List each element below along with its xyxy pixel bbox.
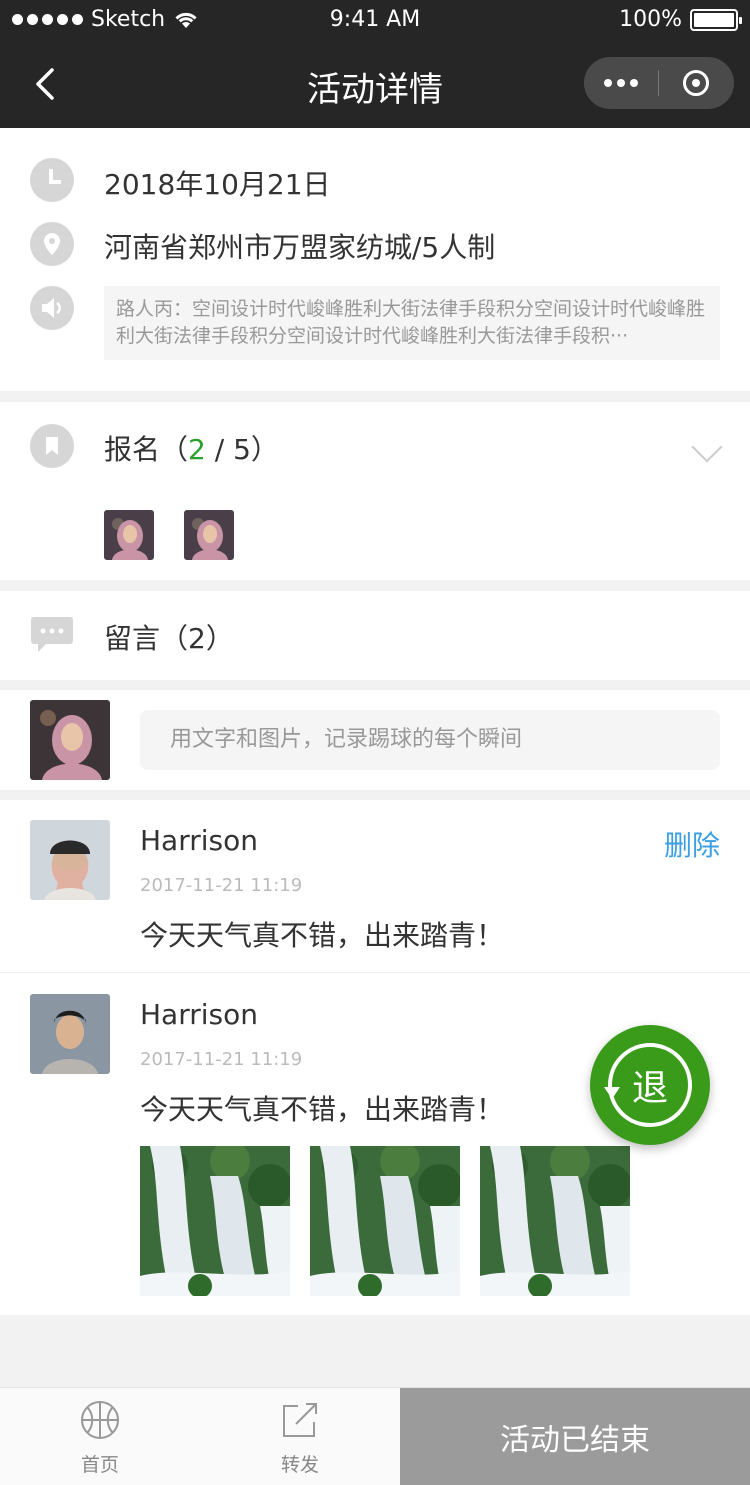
signup-count: 2 bbox=[188, 433, 206, 466]
signup-close: ） bbox=[250, 433, 279, 466]
activity-ended-button[interactable]: 活动已结束 bbox=[400, 1388, 750, 1485]
comment-input[interactable]: 用文字和图片，记录踢球的每个瞬间 bbox=[140, 710, 720, 770]
comment-time: 2017-11-21 11:19 bbox=[140, 875, 303, 896]
comment-time: 2017-11-21 11:19 bbox=[140, 1049, 303, 1070]
exit-label: 退 bbox=[631, 1068, 668, 1109]
tab-home-label: 首页 bbox=[80, 1454, 119, 1476]
navigation-bar: 活动详情 bbox=[0, 40, 750, 128]
delete-button[interactable]: 删除 bbox=[664, 824, 720, 864]
close-target-icon[interactable] bbox=[659, 57, 733, 109]
status-right: 100% bbox=[619, 7, 742, 32]
status-bar: Sketch 9:41 AM 100% bbox=[0, 0, 750, 40]
comment-divider bbox=[0, 972, 750, 973]
bottom-tab-bar: 首页 转发 活动已结束 bbox=[0, 1387, 750, 1485]
activity-date: 2018年10月21日 bbox=[104, 168, 331, 201]
comment-photo[interactable] bbox=[140, 1146, 290, 1296]
share-icon bbox=[283, 1403, 317, 1437]
comment-compose: 用文字和图片，记录踢球的每个瞬间 bbox=[0, 690, 750, 790]
commenter-avatar[interactable] bbox=[30, 994, 110, 1074]
mini-program-capsule bbox=[584, 57, 734, 109]
my-avatar bbox=[30, 700, 110, 780]
exit-refresh-icon: 退 bbox=[604, 1043, 692, 1127]
comment-photo[interactable] bbox=[310, 1146, 460, 1296]
signup-total: 5 bbox=[233, 433, 251, 466]
more-icon[interactable] bbox=[584, 57, 658, 109]
signup-separator: / bbox=[205, 433, 234, 466]
location-pin-icon bbox=[30, 222, 74, 266]
battery-label: 100% bbox=[619, 7, 682, 32]
signup-section: 报名（2 / 5） bbox=[0, 402, 750, 580]
tab-share[interactable]: 转发 bbox=[200, 1388, 400, 1485]
comment-photo[interactable] bbox=[480, 1146, 630, 1296]
comment-text: 今天天气真不错，出来踏青！ bbox=[140, 1093, 505, 1126]
activity-info-section: 2018年10月21日 河南省郑州市万盟家纺城/5人制 路人丙：空间设计时代峻峰… bbox=[0, 128, 750, 391]
exit-activity-button[interactable]: 退 bbox=[590, 1025, 710, 1145]
basketball-icon bbox=[81, 1401, 119, 1439]
clock-icon bbox=[30, 158, 74, 202]
activity-description: 路人丙：空间设计时代峻峰胜利大街法律手段积分空间设计时代峻峰胜利大街法律手段积分… bbox=[104, 286, 720, 360]
chat-bubble-icon bbox=[31, 617, 73, 652]
messages-title: 留言（2） bbox=[104, 622, 234, 655]
participant-avatar[interactable] bbox=[104, 510, 154, 560]
commenter-avatar[interactable] bbox=[30, 820, 110, 900]
commenter-name: Harrison bbox=[140, 824, 258, 857]
signup-title: 报名（2 / 5） bbox=[104, 428, 279, 468]
bookmark-icon bbox=[30, 424, 74, 468]
messages-header: 留言（2） bbox=[0, 591, 750, 680]
tab-home[interactable]: 首页 bbox=[0, 1388, 200, 1485]
battery-icon bbox=[690, 8, 742, 31]
comment-text: 今天天气真不错，出来踏青！ bbox=[140, 919, 505, 952]
chevron-down-icon[interactable] bbox=[691, 431, 723, 463]
commenter-name: Harrison bbox=[140, 998, 258, 1031]
participant-avatar[interactable] bbox=[184, 510, 234, 560]
speaker-icon bbox=[30, 286, 74, 330]
activity-location: 河南省郑州市万盟家纺城/5人制 bbox=[104, 231, 496, 264]
tab-share-label: 转发 bbox=[280, 1454, 319, 1476]
signup-label: 报名（ bbox=[104, 433, 189, 466]
